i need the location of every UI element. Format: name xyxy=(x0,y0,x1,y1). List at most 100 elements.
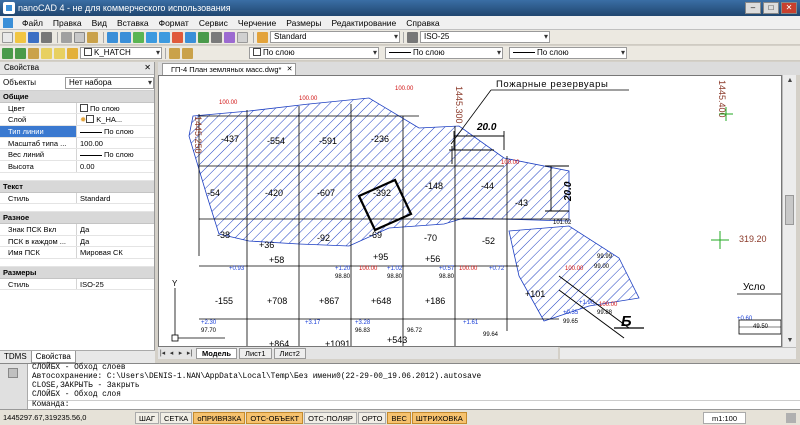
lineweight-select[interactable]: По слою xyxy=(509,47,627,59)
document-icon[interactable] xyxy=(3,17,13,28)
polar-toggle[interactable]: ОТС-ПОЛЯР xyxy=(304,411,357,424)
copy-icon[interactable] xyxy=(74,31,85,43)
zoom-window-icon[interactable] xyxy=(159,31,170,43)
scroll-down-icon[interactable]: ▼ xyxy=(783,335,797,347)
lock-icon[interactable] xyxy=(67,47,78,59)
block-icon[interactable] xyxy=(224,31,235,43)
drawing-canvas[interactable]: 20.0 20.0 Пожарные резервуары 1445.250 1… xyxy=(158,75,782,347)
snap-toggle[interactable]: ШАГ xyxy=(135,411,159,424)
last-tab-icon[interactable]: ▸| xyxy=(185,349,194,357)
prop-row[interactable]: Слой ✹ K_HA... xyxy=(0,114,154,127)
delete-icon[interactable] xyxy=(172,31,183,43)
category-dimensions[interactable]: Размеры xyxy=(0,266,154,279)
maximize-button[interactable]: □ xyxy=(763,2,779,14)
open-icon[interactable] xyxy=(15,31,26,43)
tab-properties[interactable]: Свойства xyxy=(30,351,76,363)
cut-icon[interactable] xyxy=(61,31,72,43)
vol-label: -236 xyxy=(371,134,389,144)
new-icon[interactable] xyxy=(2,31,13,43)
elev-red: 100.00 xyxy=(459,266,478,272)
close-icon[interactable] xyxy=(8,368,18,378)
tab-model[interactable]: Модель xyxy=(196,347,238,359)
zoom-icon[interactable] xyxy=(146,31,157,43)
menu-file[interactable]: Файл xyxy=(17,18,48,28)
command-panel-handle[interactable] xyxy=(0,364,28,410)
layer-select[interactable]: K_HATCH xyxy=(80,47,162,59)
tab-sheet2[interactable]: Лист2 xyxy=(273,347,306,359)
cut-area-hatch[interactable] xyxy=(188,97,570,247)
prop-row[interactable]: Стиль Standard xyxy=(0,192,154,205)
make-current-icon[interactable] xyxy=(169,47,180,59)
elev-black: 96.83 xyxy=(355,328,371,334)
layers-icon[interactable] xyxy=(198,31,209,43)
prop-row[interactable]: Тип линии По слою xyxy=(0,126,154,138)
matchprop-icon[interactable] xyxy=(211,31,222,43)
save-icon[interactable] xyxy=(28,31,39,43)
calc-icon[interactable] xyxy=(237,31,248,43)
print-icon[interactable] xyxy=(41,31,52,43)
next-tab-icon[interactable]: ▸ xyxy=(176,349,185,357)
osnap-toggle[interactable]: оПРИВЯЗКА xyxy=(193,411,246,424)
undo-icon[interactable] xyxy=(107,31,118,43)
prop-row[interactable]: Вес линий По слою xyxy=(0,149,154,162)
dim-style-select[interactable]: ISO-25 xyxy=(420,31,550,43)
layer-state-icon[interactable] xyxy=(15,47,26,59)
layer-prev-icon[interactable] xyxy=(28,47,39,59)
objects-select[interactable]: Нет набора xyxy=(65,76,154,89)
horizontal-scrollbar[interactable] xyxy=(560,347,796,359)
prop-row[interactable]: Цвет По слою xyxy=(0,102,154,115)
scale-select[interactable]: m1:100 xyxy=(702,411,746,424)
menu-dimensions[interactable]: Размеры xyxy=(281,18,326,28)
properties-icon[interactable] xyxy=(185,31,196,43)
ortho-toggle[interactable]: ОРТО xyxy=(357,411,387,424)
first-tab-icon[interactable]: |◂ xyxy=(158,349,167,357)
layer-previous-icon[interactable] xyxy=(182,47,193,59)
menu-format[interactable]: Формат xyxy=(154,18,194,28)
tab-tdms[interactable]: TDMS xyxy=(0,351,31,363)
prop-row[interactable]: Имя ПСК Мировая СК xyxy=(0,247,154,259)
scroll-up-icon[interactable]: ▲ xyxy=(783,75,797,87)
redo-icon[interactable] xyxy=(120,31,131,43)
prop-row[interactable]: ПСК в каждом ... Да xyxy=(0,235,154,248)
menu-service[interactable]: Сервис xyxy=(194,18,233,28)
menu-help[interactable]: Справка xyxy=(401,18,444,28)
category-text[interactable]: Текст xyxy=(0,180,154,193)
pan-icon[interactable] xyxy=(133,31,144,43)
menu-draw[interactable]: Черчение xyxy=(233,18,281,28)
otrack-toggle[interactable]: ОТС-ОБЪЕКТ xyxy=(246,411,304,424)
app-icon[interactable] xyxy=(3,2,15,14)
text-style-select[interactable]: Standard xyxy=(270,31,400,43)
bulb-icon[interactable] xyxy=(41,47,52,59)
minimize-button[interactable]: – xyxy=(745,2,761,14)
linetype-select[interactable]: По слою xyxy=(385,47,503,59)
vertical-scrollbar[interactable]: ▲ ▼ xyxy=(782,75,796,347)
scroll-thumb[interactable] xyxy=(785,195,794,225)
category-misc[interactable]: Разное xyxy=(0,212,154,224)
lineweight-toggle[interactable]: ВЕС xyxy=(387,411,411,424)
close-button[interactable]: ✕ xyxy=(781,2,797,14)
close-icon[interactable]: ✕ xyxy=(287,64,293,75)
prop-row[interactable]: Масштаб типа ... 100.00 xyxy=(0,137,154,150)
menu-modify[interactable]: Редактирование xyxy=(327,18,402,28)
menu-edit[interactable]: Правка xyxy=(48,18,87,28)
menu-insert[interactable]: Вставка xyxy=(112,18,154,28)
prop-row[interactable]: Стиль ISO-25 xyxy=(0,278,154,291)
layer-manager-icon[interactable] xyxy=(2,47,13,59)
menu-view[interactable]: Вид xyxy=(87,18,112,28)
command-history-line: СЛОЙБХ - Обход слоя xyxy=(32,391,121,399)
hatch-toggle[interactable]: ШТРИХОВКА xyxy=(411,411,467,424)
tab-sheet1[interactable]: Лист1 xyxy=(239,347,272,359)
close-icon[interactable]: ✕ xyxy=(144,62,151,74)
elev-red: 100.00 xyxy=(501,160,520,166)
prop-row[interactable]: Высота 0.00 xyxy=(0,161,154,173)
settings-icon[interactable] xyxy=(786,412,796,423)
sun-icon[interactable] xyxy=(54,47,65,59)
document-tab[interactable]: ГП-4 План земляных масс.dwg* ✕ xyxy=(162,63,297,75)
grid-toggle[interactable]: СЕТКА xyxy=(159,411,193,424)
color-select[interactable]: По слою xyxy=(249,47,379,59)
fill-area-hatch[interactable] xyxy=(508,225,640,322)
paste-icon[interactable] xyxy=(87,31,98,43)
prev-tab-icon[interactable]: ◂ xyxy=(167,349,176,357)
category-general[interactable]: Общие xyxy=(0,91,154,103)
prop-row[interactable]: Знак ПСК Вкл Да xyxy=(0,223,154,236)
